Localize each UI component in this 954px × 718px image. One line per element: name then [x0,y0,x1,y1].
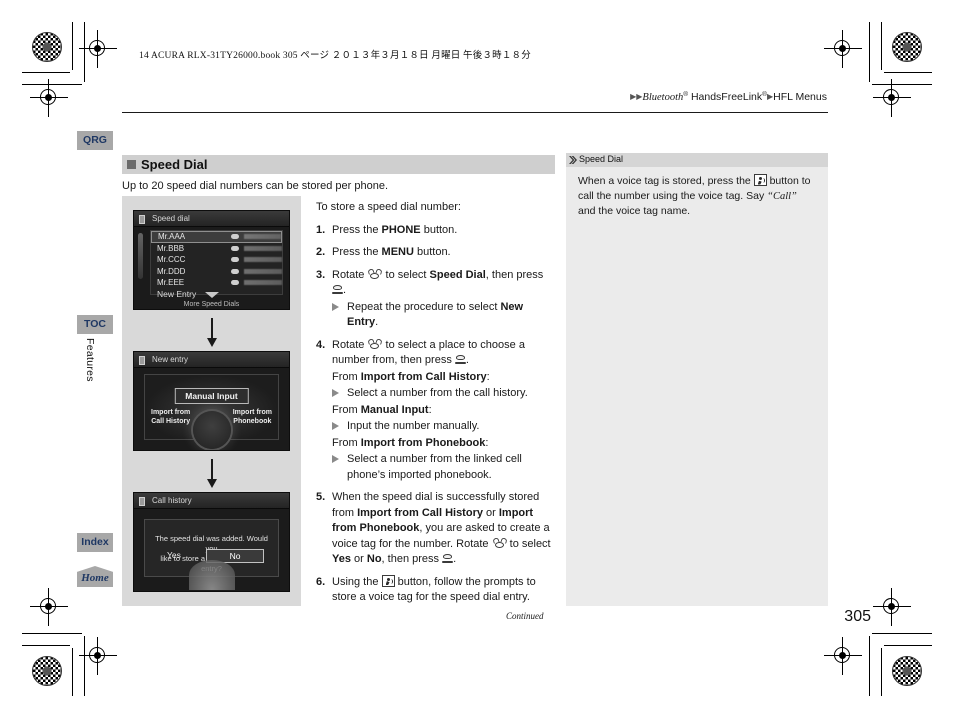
list-item[interactable]: Mr.BBB [151,243,282,255]
chevron-down-icon[interactable] [204,292,219,298]
phone-type-icon [231,245,240,251]
header-divider [122,112,828,113]
halftone-circle-icon [32,656,62,686]
rotary-knob-graphic[interactable] [192,411,231,449]
halftone-circle-icon [32,32,62,62]
breadcrumb: ▶▶Bluetooth® HandsFreeLink®▶HFL Menus [630,91,827,103]
page-number: 305 [844,608,871,625]
press-knob-icon [454,354,466,365]
rotate-knob-icon [367,267,384,280]
sidebar-tab-qrg[interactable]: QRG [77,131,113,150]
breadcrumb-arrow-icon: ▶▶ [630,92,643,101]
section-intro-text: Up to 20 speed dial numbers can be store… [122,180,389,192]
phone-book-icon [139,356,145,365]
registration-target-icon [824,637,862,675]
breadcrumb-item-handsfreelink: HandsFreeLink [688,91,763,103]
step-2: 2. Press the MENU button. [316,246,451,258]
rotate-knob-icon [367,337,384,350]
sidebar-tab-index[interactable]: Index [77,533,113,552]
phone-type-icon [231,234,240,240]
step-3: 3. Rotate to select Speed Dial, then pres… [316,267,556,331]
halftone-circle-icon [892,656,922,686]
registration-target-icon [30,588,68,626]
step-4-substep-2: Input the number manually. [332,419,556,435]
registration-target-icon [873,79,911,117]
note-marker-icon [569,156,577,164]
page-title: Speed Dial [141,157,208,172]
screen-title: New entry [152,355,189,364]
press-knob-icon [442,553,454,564]
import-from-call-history-option[interactable]: Import from Call History [151,409,190,426]
step-4-substep-3: Select a number from the linked cell pho… [332,452,556,483]
phone-number-redacted [244,257,282,263]
registration-target-icon [79,30,117,68]
step-3-substep: Repeat the procedure to select New Entry… [332,300,556,331]
section-heading: Speed Dial [122,155,555,174]
sidebar-tab-home[interactable]: Home [77,566,113,587]
list-item[interactable]: Mr.AAA [151,231,282,243]
sidebar-tab-features[interactable]: Features [84,338,96,382]
step-1: 1. Press the PHONE button. [316,223,458,236]
manual-page: 14 ACURA RLX-31TY26000.book 305 ページ ２０１３… [0,0,954,718]
step-4-source-phonebook: From Import from Phonebook: [332,436,489,449]
breadcrumb-item-bluetooth: Bluetooth [642,92,684,103]
voice-tag-dialog: The speed dial was added. Would you like… [144,519,279,590]
phone-number-redacted [244,234,281,240]
phone-number-redacted [244,280,282,286]
step-4-source-manual-input: From Manual Input: [332,403,432,416]
list-item[interactable]: Mr.CCC [151,254,282,266]
step-4: 4. Rotate to select a place to choose a n… [316,337,556,484]
screen-call-history: Call history The speed dial was added. W… [133,492,290,592]
registration-target-icon [824,30,862,68]
phone-type-icon [231,257,240,263]
phone-book-icon [139,497,145,506]
bullet-square-icon [127,160,136,169]
registration-target-icon [873,588,911,626]
list-item[interactable]: Mr.EEE [151,277,282,289]
screen-title: Speed dial [152,214,190,223]
new-entry-selector: Manual Input Import from Call History Im… [144,374,279,449]
talk-button-icon [381,574,395,587]
more-speed-dials-label: More Speed Dials [183,301,240,308]
instruction-steps: To store a speed dial number: 1. Press th… [316,200,556,613]
print-job-header: 14 ACURA RLX-31TY26000.book 305 ページ ２０１３… [139,51,531,61]
phone-number-redacted [244,268,282,274]
phone-number-redacted [244,245,282,251]
screen-title: Call history [152,496,192,505]
side-note-panel: Speed Dial When a voice tag is stored, p… [566,153,828,606]
phone-type-icon [231,280,240,286]
step-6: 6. Using the button, follow the prompts t… [316,574,536,603]
step-5: 5. When the speed dial is successfully st… [316,491,551,565]
note-text: When a voice tag is stored, press the bu… [578,174,811,217]
note-title: Speed Dial [579,154,624,164]
screen-speed-dial: Speed dial Mr.AAA Mr.BBB Mr.CCC Mr.DDD M… [133,210,290,310]
steps-lead-in: To store a speed dial number: [316,201,461,213]
list-item[interactable]: Mr.DDD [151,266,282,278]
phone-book-icon [139,215,145,224]
registration-target-icon [79,637,117,675]
screen-new-entry: New entry Manual Input Import from Call … [133,351,290,451]
manual-input-button[interactable]: Manual Input [174,388,249,404]
import-from-phonebook-option[interactable]: Import from Phonebook [233,409,272,426]
yes-button[interactable]: Yes [167,550,181,560]
talk-button-icon [753,174,767,186]
triangle-bullet-icon [332,389,339,397]
triangle-bullet-icon [332,302,339,311]
phone-type-icon [231,268,240,274]
press-knob-icon [332,284,343,295]
rotate-knob-icon [491,536,508,549]
registration-target-icon [30,79,68,117]
rotary-knob-graphic [188,560,235,590]
scroll-indicator[interactable] [138,233,143,279]
halftone-circle-icon [892,32,922,62]
triangle-bullet-icon [332,422,339,430]
breadcrumb-item-hfl-menus: HFL Menus [773,91,827,103]
step-4-substep-1: Select a number from the call history. [332,386,556,402]
screenshot-flow-panel: Speed dial Mr.AAA Mr.BBB Mr.CCC Mr.DDD M… [122,196,301,606]
continued-label: Continued [506,611,544,621]
triangle-bullet-icon [332,455,339,463]
step-4-source-call-history: From Import from Call History: [332,370,490,383]
speed-dial-list: Mr.AAA Mr.BBB Mr.CCC Mr.DDD Mr.EEE New E… [150,230,283,299]
sidebar-tab-toc[interactable]: TOC [77,315,113,334]
